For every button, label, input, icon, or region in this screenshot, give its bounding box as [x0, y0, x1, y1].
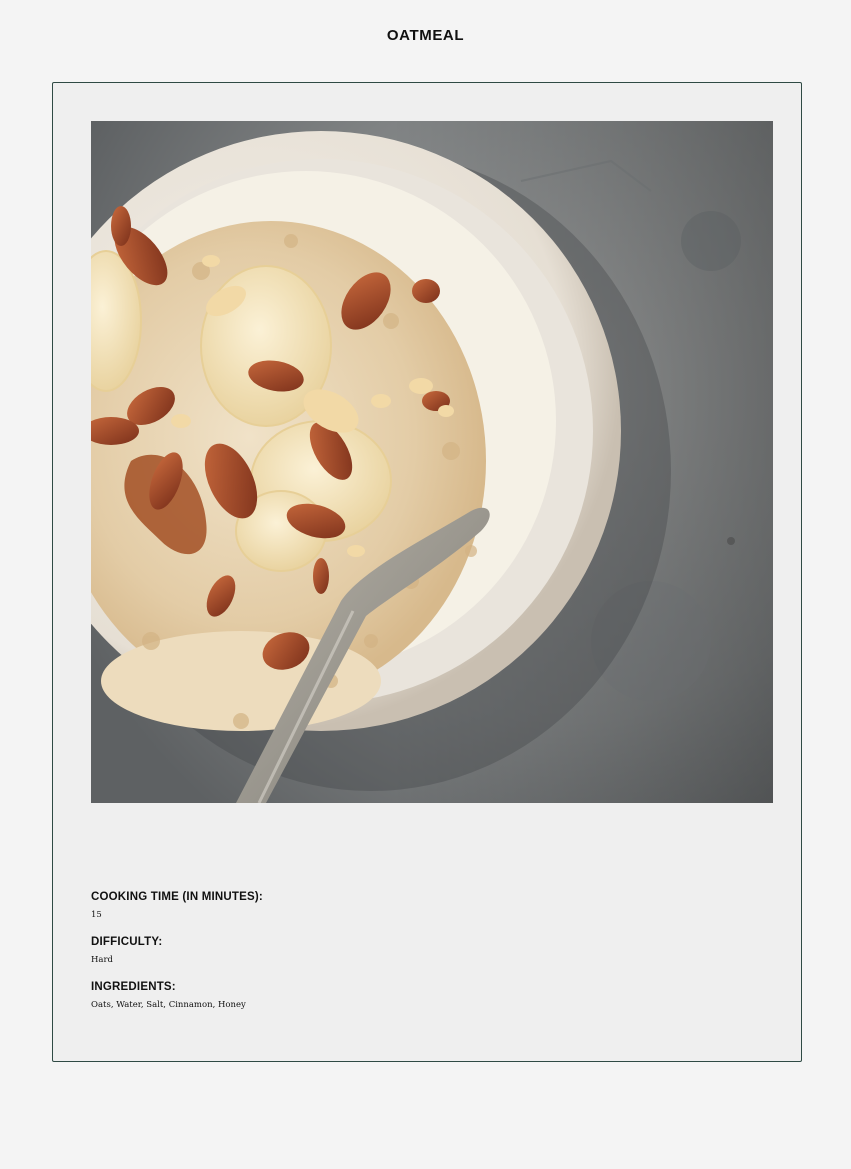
- cooking-time-value: 15: [91, 910, 102, 920]
- cooking-time-label: COOKING TIME (IN MINUTES):: [91, 891, 263, 903]
- ingredients-label: INGREDIENTS:: [91, 981, 176, 993]
- ingredients-value: Oats, Water, Salt, Cinnamon, Honey: [91, 1000, 246, 1010]
- recipe-details: COOKING TIME (IN MINUTES): 15 DIFFICULTY…: [91, 889, 751, 1024]
- difficulty-label: DIFFICULTY:: [91, 936, 163, 948]
- recipe-card: COOKING TIME (IN MINUTES): 15 DIFFICULTY…: [52, 82, 802, 1062]
- difficulty-value: Hard: [91, 955, 113, 965]
- recipe-photo: [91, 121, 773, 803]
- page-title: OATMEAL: [386, 27, 465, 44]
